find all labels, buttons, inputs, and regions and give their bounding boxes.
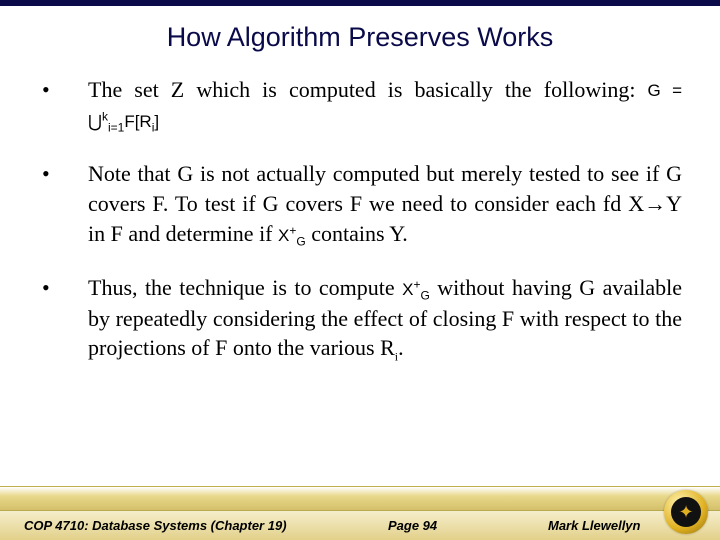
bullet-item: • Note that G is not actually computed b… [42, 159, 682, 249]
bullet-marker: • [42, 273, 88, 365]
bullet-text: Thus, the technique is to compute X+G wi… [88, 273, 682, 365]
slide-content: • The set Z which is computed is basical… [0, 75, 720, 365]
footer-bar: COP 4710: Database Systems (Chapter 19) … [0, 510, 720, 540]
logo-inner: ✦ [671, 497, 701, 527]
bullet-text: The set Z which is computed is basically… [88, 75, 682, 135]
slide-footer: COP 4710: Database Systems (Chapter 19) … [0, 486, 720, 540]
bullet-marker: • [42, 159, 88, 249]
footer-author: Mark Llewellyn [548, 518, 640, 533]
footer-gradient [0, 486, 720, 510]
formula: X+G [278, 226, 306, 245]
footer-page: Page 94 [388, 518, 437, 533]
formula-sub: G [420, 289, 429, 303]
bullet-text: Note that G is not actually computed but… [88, 159, 682, 249]
footer-course: COP 4710: Database Systems (Chapter 19) [24, 518, 287, 533]
top-accent-bar [0, 0, 720, 6]
logo-star-icon: ✦ [678, 503, 693, 521]
formula-close: ] [154, 112, 159, 131]
ucf-logo-icon: ✦ [664, 490, 708, 534]
bullet-item: • Thus, the technique is to compute X+G … [42, 273, 682, 365]
slide-title: How Algorithm Preserves Works [0, 22, 720, 53]
bullet-item: • The set Z which is computed is basical… [42, 75, 682, 135]
bullet-marker: • [42, 75, 88, 135]
formula: X+G [402, 280, 430, 299]
formula-main: X [402, 280, 413, 299]
bullet-text-fragment: . [398, 335, 404, 360]
bullet-text-fragment: contains Y. [306, 221, 408, 246]
formula-main: X [278, 226, 289, 245]
bullet-text-fragment: The set Z which is computed is basically… [88, 77, 648, 102]
formula-sub: G [296, 234, 305, 248]
bullet-text-fragment: Thus, the technique is to compute [88, 275, 402, 300]
formula-sub: i=1 [108, 120, 124, 134]
formula-after: F[R [124, 112, 151, 131]
